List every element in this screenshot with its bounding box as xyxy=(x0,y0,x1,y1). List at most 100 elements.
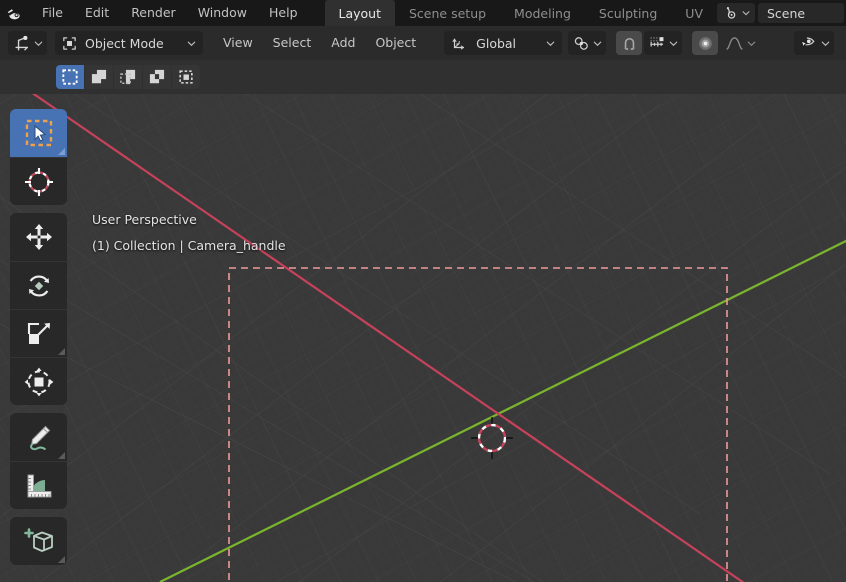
chevron-down-icon xyxy=(33,38,44,49)
measure-ruler-icon xyxy=(22,469,56,503)
tab-uv[interactable]: UV xyxy=(671,0,717,26)
tab-sculpting[interactable]: Sculpting xyxy=(585,0,671,26)
chevron-down-icon xyxy=(746,38,757,49)
scale-tool[interactable] xyxy=(10,309,67,357)
tool-group-transform xyxy=(10,213,67,405)
falloff-smooth-icon xyxy=(724,34,745,53)
snap-target-dropdown[interactable] xyxy=(644,31,682,55)
view-perspective-label: User Perspective xyxy=(92,207,286,233)
snapping-group xyxy=(616,31,682,55)
select-mode-group xyxy=(56,65,200,89)
tool-group-annotate xyxy=(10,413,67,509)
transform-orientation-dropdown[interactable]: Global xyxy=(444,31,562,55)
object-visibility-icon xyxy=(798,34,819,53)
menu-window[interactable]: Window xyxy=(187,0,258,26)
tool-settings-bar xyxy=(0,60,846,94)
select-extend-icon xyxy=(89,67,109,87)
add-cube-tool[interactable] xyxy=(10,517,67,565)
annotate-tool[interactable] xyxy=(10,413,67,461)
3d-cursor-icon xyxy=(22,165,56,199)
interaction-mode-dropdown[interactable]: Object Mode xyxy=(55,31,203,55)
select-set-icon xyxy=(60,67,80,87)
select-mode-intersect[interactable] xyxy=(172,65,200,89)
chevron-down-icon xyxy=(545,38,556,49)
viewport-toolbar xyxy=(10,109,67,573)
interaction-mode-label: Object Mode xyxy=(85,36,179,51)
select-invert-icon xyxy=(147,67,167,87)
viewport-menu-view[interactable]: View xyxy=(213,31,263,55)
tool-submenu-indicator[interactable] xyxy=(58,556,65,563)
viewport-menu-add[interactable]: Add xyxy=(321,31,365,55)
scene-name-field[interactable]: Scene xyxy=(758,3,844,23)
proportional-editing-icon xyxy=(696,34,715,53)
proportional-falloff-dropdown[interactable] xyxy=(720,31,760,55)
scene-selector-area: Scene xyxy=(717,0,846,26)
tab-layout[interactable]: Layout xyxy=(325,0,396,26)
viewport-overlays xyxy=(0,94,846,582)
viewport-info-text: User Perspective (1) Collection | Camera… xyxy=(92,207,286,259)
select-mode-set-new[interactable] xyxy=(56,65,84,89)
cursor-tool[interactable] xyxy=(10,157,67,205)
snap-toggle-button[interactable] xyxy=(616,31,642,55)
tab-scene-setup[interactable]: Scene setup xyxy=(395,0,500,26)
blender-logo-icon[interactable] xyxy=(0,0,25,26)
rotate-icon xyxy=(22,269,56,303)
menu-edit[interactable]: Edit xyxy=(74,0,120,26)
select-mode-extend[interactable] xyxy=(85,65,113,89)
scale-icon xyxy=(22,317,56,351)
scene-data-icon xyxy=(722,5,739,22)
select-mode-subtract[interactable] xyxy=(114,65,142,89)
chevron-down-icon xyxy=(820,38,831,49)
proportional-editing-toggle[interactable] xyxy=(692,31,718,55)
tab-modeling[interactable]: Modeling xyxy=(500,0,585,26)
select-mode-invert[interactable] xyxy=(143,65,171,89)
scene-collection-label: (1) Collection | Camera_handle xyxy=(92,233,286,259)
measure-tool[interactable] xyxy=(10,461,67,509)
chevron-down-icon xyxy=(741,8,751,18)
workspace-tabs: Layout Scene setup Modeling Sculpting UV xyxy=(325,0,718,26)
tool-group-select xyxy=(10,109,67,205)
transform-orientation-icon xyxy=(450,34,468,52)
transform-orientation-label: Global xyxy=(476,36,537,51)
chevron-down-icon xyxy=(668,38,679,49)
editor-type-button[interactable] xyxy=(8,31,47,55)
magnet-icon xyxy=(620,34,639,53)
add-cube-icon xyxy=(22,524,56,558)
menu-file[interactable]: File xyxy=(31,0,74,26)
transform-tool[interactable] xyxy=(10,357,67,405)
scene-browse-button[interactable] xyxy=(717,3,755,23)
object-mode-icon xyxy=(61,35,78,52)
snap-pivot-icon xyxy=(572,34,591,53)
blender-window: File Edit Render Window Help Layout Scen… xyxy=(0,0,846,582)
transform-icon xyxy=(22,365,56,399)
select-intersect-icon xyxy=(176,67,196,87)
proportional-editing-group xyxy=(692,31,760,55)
floor-grid-lines xyxy=(0,94,846,582)
pivot-point-dropdown[interactable] xyxy=(568,31,606,55)
object-visibility-dropdown[interactable] xyxy=(794,31,834,55)
editor-type-3dview-icon xyxy=(13,34,32,53)
menu-render[interactable]: Render xyxy=(120,0,187,26)
viewport-menu-object[interactable]: Object xyxy=(365,31,426,55)
top-bar: File Edit Render Window Help Layout Scen… xyxy=(0,0,846,26)
3d-viewport[interactable]: User Perspective (1) Collection | Camera… xyxy=(0,94,846,582)
select-subtract-icon xyxy=(118,67,138,87)
viewport-header: Object Mode View Select Add Object Globa… xyxy=(0,26,846,60)
viewport-menu-select[interactable]: Select xyxy=(263,31,322,55)
axis-y-line xyxy=(160,234,846,582)
annotate-pencil-icon xyxy=(22,420,56,454)
snap-increment-icon xyxy=(648,34,667,53)
rotate-tool[interactable] xyxy=(10,261,67,309)
move-tool[interactable] xyxy=(10,213,67,261)
chevron-down-icon xyxy=(186,38,197,49)
move-arrows-icon xyxy=(22,220,56,254)
chevron-down-icon xyxy=(592,38,603,49)
tool-submenu-indicator[interactable] xyxy=(58,452,65,459)
tool-submenu-indicator[interactable] xyxy=(58,348,65,355)
tool-group-add xyxy=(10,517,67,565)
tool-submenu-indicator[interactable] xyxy=(58,148,65,155)
menu-help[interactable]: Help xyxy=(258,0,309,26)
select-box-cursor-icon xyxy=(22,116,56,150)
tweak-select-box-tool[interactable] xyxy=(10,109,67,157)
top-menu-list: File Edit Render Window Help xyxy=(25,0,308,26)
